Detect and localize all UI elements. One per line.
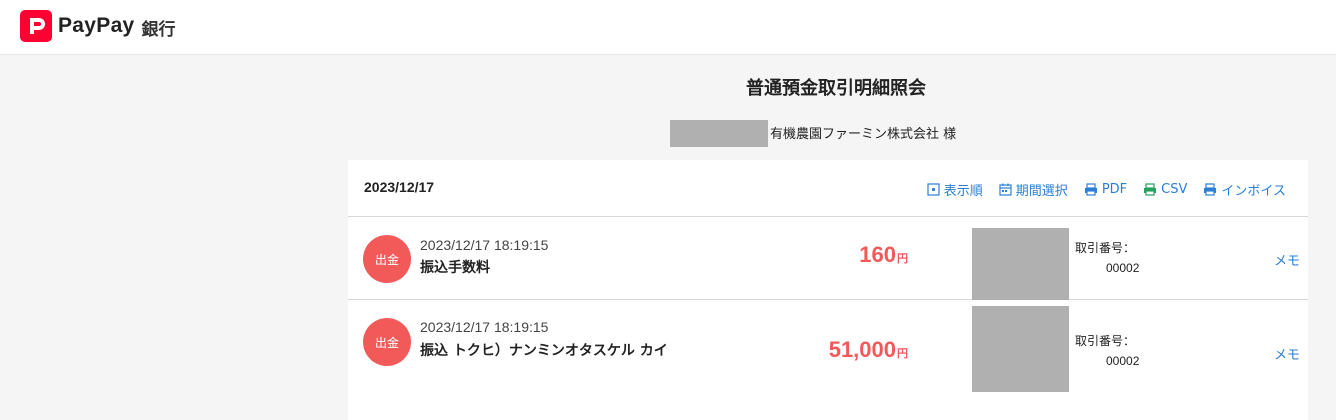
sort-order-button[interactable]: 表示順 bbox=[927, 180, 983, 199]
paypay-bank-logo[interactable]: PayPay 銀行 bbox=[20, 10, 176, 42]
transaction-row[interactable]: 出金 2023/12/17 18:19:15 振込手数料 160円 取引番号： … bbox=[348, 217, 1308, 300]
transaction-row[interactable]: 出金 2023/12/17 18:19:15 振込 トクヒ）ナンミンオタスケル … bbox=[348, 300, 1308, 420]
toolbar: 表示順 期間選択 PDF CSV インボイス bbox=[911, 180, 1286, 199]
transaction-number-label: 取引番号： bbox=[1075, 241, 1136, 255]
transaction-number-label: 取引番号： bbox=[1075, 334, 1136, 348]
redacted-block bbox=[670, 120, 768, 147]
invoice-label: インボイス bbox=[1221, 184, 1286, 199]
sort-icon bbox=[927, 183, 940, 196]
memo-link[interactable]: メモ bbox=[1274, 250, 1300, 269]
transaction-description: 振込 トクヒ）ナンミンオタスケル カイ bbox=[420, 343, 668, 359]
period-select-button[interactable]: 期間選択 bbox=[999, 180, 1068, 199]
sort-order-label: 表示順 bbox=[943, 184, 983, 199]
transaction-number-value: 00002 bbox=[1106, 354, 1140, 368]
currency-unit: 円 bbox=[897, 347, 908, 360]
amount-value: 51,000 bbox=[828, 337, 896, 362]
memo-link[interactable]: メモ bbox=[1274, 344, 1300, 363]
transaction-amount: 160円 bbox=[859, 242, 908, 268]
pdf-button[interactable]: PDF bbox=[1084, 182, 1127, 197]
panel-header: 2023/12/17 表示順 期間選択 PDF CSV インボイス bbox=[348, 160, 1308, 217]
calendar-icon bbox=[999, 183, 1012, 196]
transaction-number-value: 00002 bbox=[1106, 261, 1140, 275]
transaction-datetime: 2023/12/17 18:19:15 bbox=[420, 237, 549, 253]
transaction-datetime: 2023/12/17 18:19:15 bbox=[420, 319, 549, 335]
transaction-amount: 51,000円 bbox=[829, 337, 908, 363]
withdrawal-badge: 出金 bbox=[363, 318, 411, 366]
logo-text: PayPay bbox=[58, 14, 135, 37]
redacted-block bbox=[972, 306, 1069, 392]
withdrawal-badge: 出金 bbox=[363, 235, 411, 283]
paypay-logo-icon bbox=[20, 10, 52, 42]
page-title: 普通預金取引明細照会 bbox=[746, 78, 926, 99]
redacted-block bbox=[972, 228, 1069, 300]
amount-value: 160 bbox=[859, 242, 896, 267]
logo-bank-text: 銀行 bbox=[141, 19, 176, 40]
csv-icon bbox=[1144, 183, 1157, 196]
period-select-label: 期間選択 bbox=[1015, 184, 1068, 199]
panel-date: 2023/12/17 bbox=[364, 179, 435, 195]
app-header: PayPay 銀行 bbox=[0, 0, 1336, 55]
customer-name: 有機農園ファーミン株式会社 様 bbox=[770, 127, 957, 142]
printer-icon bbox=[1084, 183, 1097, 196]
transaction-description: 振込手数料 bbox=[420, 260, 490, 276]
csv-button[interactable]: CSV bbox=[1143, 182, 1187, 197]
printer-icon bbox=[1204, 183, 1217, 196]
currency-unit: 円 bbox=[897, 252, 908, 265]
invoice-button[interactable]: インボイス bbox=[1203, 180, 1286, 199]
pdf-label: PDF bbox=[1101, 182, 1128, 197]
transaction-panel: 2023/12/17 表示順 期間選択 PDF CSV インボイス 出金 202… bbox=[348, 160, 1308, 420]
csv-label: CSV bbox=[1161, 182, 1188, 197]
